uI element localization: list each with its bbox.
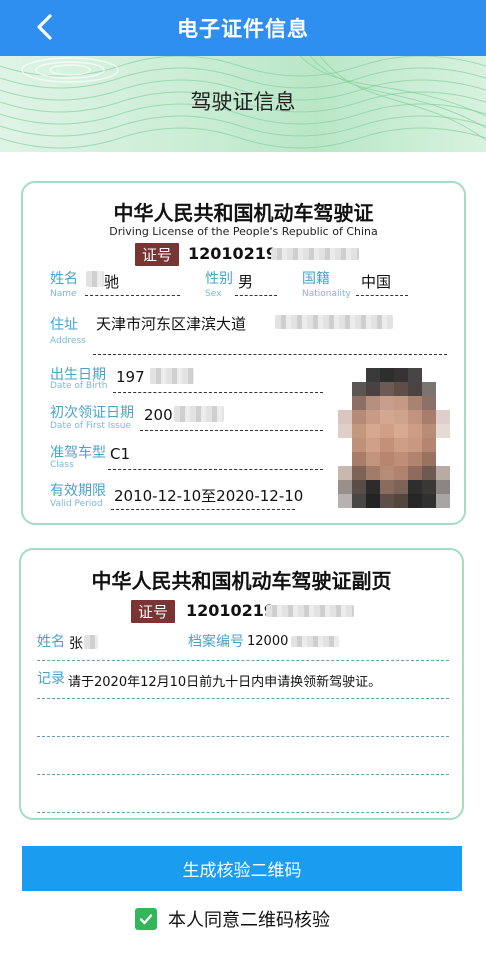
license-id-badge: 证号 bbox=[135, 243, 180, 266]
app-header: 电子证件信息 bbox=[0, 0, 486, 56]
redacted-blur bbox=[150, 368, 194, 384]
duplicate-card: 中华人民共和国机动车驾驶证副页 证号 12010219 姓名 张 档案编号 12… bbox=[19, 548, 464, 820]
page-title: 电子证件信息 bbox=[177, 17, 309, 41]
duplicate-title: 中华人民共和国机动车驾驶证副页 bbox=[91, 569, 392, 593]
sex-label-en: Sex bbox=[205, 289, 222, 299]
valid-period-label: 有效期限 bbox=[50, 483, 106, 499]
divider bbox=[356, 295, 408, 296]
valid-period-value: 2010-12-10至2020-12-10 bbox=[114, 487, 304, 505]
divider bbox=[235, 295, 277, 296]
name-label: 姓名 bbox=[50, 271, 78, 287]
back-arrow-icon[interactable] bbox=[30, 12, 60, 42]
divider bbox=[37, 660, 449, 661]
dob-value: 197 bbox=[116, 368, 145, 386]
duplicate-id-value: 12010219 bbox=[186, 601, 276, 620]
nationality-value: 中国 bbox=[361, 273, 392, 291]
record-label: 记录 bbox=[37, 671, 65, 687]
class-label-en: Class bbox=[50, 460, 74, 470]
license-title-en: Driving License of the People's Republic… bbox=[109, 225, 378, 238]
redacted-blur bbox=[271, 248, 359, 260]
agree-checkbox-row[interactable]: 本人同意二维码核验 bbox=[135, 906, 330, 932]
divider bbox=[85, 295, 180, 296]
nationality-label-en: Nationality bbox=[302, 289, 351, 299]
agree-text: 本人同意二维码核验 bbox=[168, 910, 330, 931]
generate-qr-button[interactable]: 生成核验二维码 bbox=[22, 846, 462, 891]
redacted-blur bbox=[86, 271, 104, 287]
divider bbox=[93, 354, 447, 355]
address-label-en: Address bbox=[50, 336, 86, 346]
sex-label: 性别 bbox=[205, 271, 233, 287]
class-value: C1 bbox=[110, 445, 131, 463]
divider bbox=[37, 774, 449, 775]
class-label: 准驾车型 bbox=[50, 445, 106, 461]
redacted-blur bbox=[266, 605, 354, 617]
license-id-value: 12010219 bbox=[188, 244, 278, 263]
dob-label-en: Date of Birth bbox=[50, 381, 108, 391]
divider bbox=[113, 392, 323, 393]
nationality-label: 国籍 bbox=[302, 271, 330, 287]
duplicate-id-badge: 证号 bbox=[131, 600, 176, 623]
name-label-en: Name bbox=[50, 289, 77, 299]
banner: 驾驶证信息 bbox=[0, 56, 486, 152]
name-value: 驰 bbox=[104, 273, 120, 291]
first-issue-label-en: Date of First Issue bbox=[50, 421, 131, 431]
file-number-label: 档案编号 bbox=[188, 634, 244, 650]
redacted-blur bbox=[174, 406, 224, 422]
divider bbox=[111, 509, 295, 510]
checkbox-checked-icon[interactable] bbox=[135, 908, 157, 930]
redacted-blur bbox=[275, 315, 393, 329]
divider bbox=[140, 430, 323, 431]
first-issue-value: 200 bbox=[144, 406, 173, 424]
divider bbox=[37, 812, 449, 813]
address-label: 住址 bbox=[50, 317, 78, 333]
file-number-value: 12000 bbox=[247, 634, 289, 649]
record-value: 请于2020年12月10日前九十日内申请换领新驾驶证。 bbox=[68, 675, 382, 690]
address-value: 天津市河东区津滨大道 bbox=[96, 315, 247, 333]
sex-value: 男 bbox=[238, 273, 254, 291]
first-issue-label: 初次领证日期 bbox=[50, 405, 134, 421]
redacted-blur bbox=[84, 635, 98, 649]
duplicate-name-value: 张 bbox=[69, 636, 83, 652]
valid-period-label-en: Valid Period bbox=[50, 499, 103, 509]
duplicate-name-label: 姓名 bbox=[37, 634, 65, 650]
divider bbox=[108, 469, 323, 470]
redacted-blur bbox=[291, 636, 339, 647]
holder-photo bbox=[338, 368, 450, 508]
divider bbox=[37, 736, 449, 737]
license-title: 中华人民共和国机动车驾驶证 bbox=[113, 201, 374, 225]
divider bbox=[37, 698, 449, 699]
banner-title: 驾驶证信息 bbox=[190, 90, 296, 114]
